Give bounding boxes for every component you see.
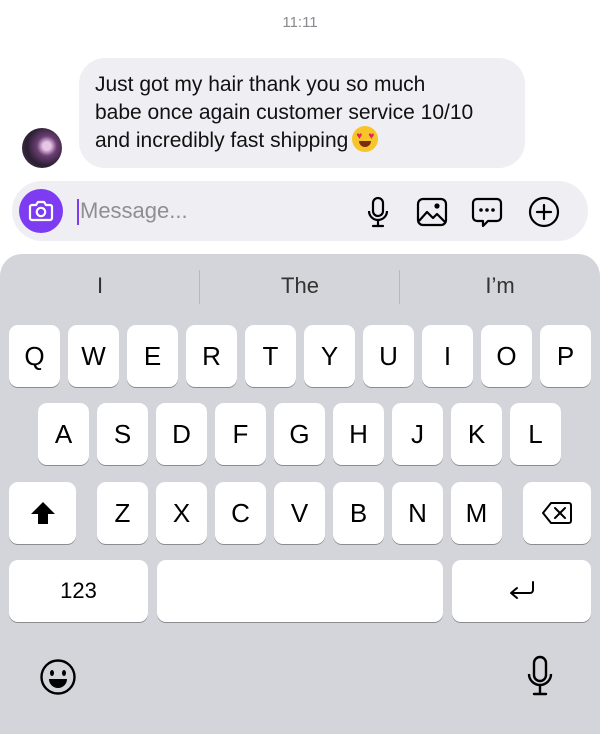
return-icon bbox=[509, 581, 534, 599]
key-u[interactable]: U bbox=[363, 325, 414, 387]
key-z[interactable]: Z bbox=[97, 482, 148, 544]
image-icon bbox=[416, 197, 448, 227]
key-y[interactable]: Y bbox=[304, 325, 355, 387]
key-c[interactable]: C bbox=[215, 482, 266, 544]
key-i[interactable]: I bbox=[422, 325, 473, 387]
key-d[interactable]: D bbox=[156, 403, 207, 465]
message-line-1: Just got my hair thank you so much bbox=[95, 73, 426, 96]
key-a[interactable]: A bbox=[38, 403, 89, 465]
message-line-3: and incredibly fast shipping ♥ ♥ bbox=[95, 126, 509, 155]
plus-circle-icon bbox=[528, 196, 560, 228]
received-message-bubble[interactable]: Just got my hair thank you so much babe … bbox=[79, 58, 525, 168]
gallery-button[interactable] bbox=[415, 195, 449, 229]
text-cursor bbox=[77, 199, 79, 225]
key-j[interactable]: J bbox=[392, 403, 443, 465]
sticker-button[interactable] bbox=[470, 195, 504, 229]
key-g[interactable]: G bbox=[274, 403, 325, 465]
sticker-chat-icon bbox=[471, 197, 503, 228]
suggestion-1[interactable]: I bbox=[0, 266, 200, 306]
key-f[interactable]: F bbox=[215, 403, 266, 465]
emoji-icon bbox=[40, 659, 76, 695]
key-e[interactable]: E bbox=[127, 325, 178, 387]
return-key[interactable] bbox=[452, 560, 591, 622]
numbers-key[interactable]: 123 bbox=[9, 560, 148, 622]
shift-icon bbox=[30, 502, 55, 524]
key-s[interactable]: S bbox=[97, 403, 148, 465]
key-w[interactable]: W bbox=[68, 325, 119, 387]
key-k[interactable]: K bbox=[451, 403, 502, 465]
suggestion-3[interactable]: I’m bbox=[400, 266, 600, 306]
more-options-button[interactable] bbox=[527, 195, 561, 229]
message-composer bbox=[12, 181, 588, 241]
keyboard: I The I’m Q W E R T Y U I O P A S D F G … bbox=[0, 254, 600, 734]
key-p[interactable]: P bbox=[540, 325, 591, 387]
key-r[interactable]: R bbox=[186, 325, 237, 387]
message-line-2: babe once again customer service 10/10 bbox=[95, 100, 474, 124]
key-b[interactable]: B bbox=[333, 482, 384, 544]
key-x[interactable]: X bbox=[156, 482, 207, 544]
key-l[interactable]: L bbox=[510, 403, 561, 465]
key-t[interactable]: T bbox=[245, 325, 296, 387]
camera-button[interactable] bbox=[19, 189, 63, 233]
camera-icon bbox=[28, 200, 54, 222]
space-key[interactable] bbox=[157, 560, 443, 622]
message-input[interactable] bbox=[80, 193, 320, 229]
microphone-icon bbox=[367, 196, 389, 228]
key-q[interactable]: Q bbox=[9, 325, 60, 387]
suggestion-2[interactable]: The bbox=[200, 266, 400, 306]
voice-message-button[interactable] bbox=[361, 195, 395, 229]
shift-key[interactable] bbox=[9, 482, 76, 544]
key-o[interactable]: O bbox=[481, 325, 532, 387]
heart-eyes-emoji: ♥ ♥ bbox=[352, 126, 379, 152]
message-timestamp: 11:11 bbox=[282, 14, 318, 31]
backspace-key[interactable] bbox=[523, 482, 591, 544]
key-h[interactable]: H bbox=[333, 403, 384, 465]
key-m[interactable]: M bbox=[451, 482, 502, 544]
dictation-button[interactable] bbox=[522, 652, 558, 700]
backspace-icon bbox=[542, 502, 572, 524]
emoji-keyboard-button[interactable] bbox=[38, 657, 78, 697]
dictation-mic-icon bbox=[527, 655, 553, 696]
key-n[interactable]: N bbox=[392, 482, 443, 544]
key-v[interactable]: V bbox=[274, 482, 325, 544]
contact-avatar[interactable] bbox=[22, 128, 62, 168]
